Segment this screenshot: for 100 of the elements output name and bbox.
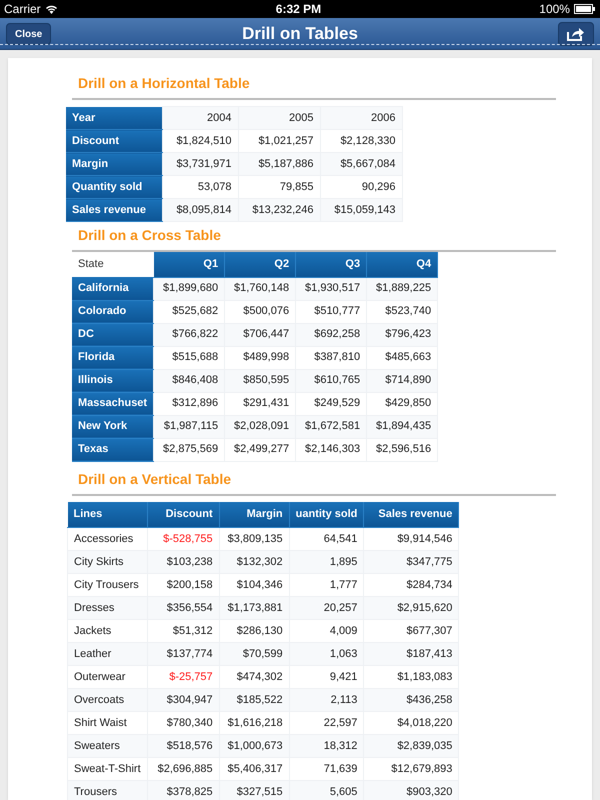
table-cell: 53,078 bbox=[162, 176, 238, 198]
table-cell: 5,605 bbox=[289, 780, 364, 800]
battery-icon bbox=[574, 4, 596, 14]
table-cell: $692,258 bbox=[296, 323, 367, 346]
table-cell: 1,777 bbox=[289, 574, 364, 596]
table-cell: City Trousers bbox=[68, 574, 148, 596]
table-cell: $846,408 bbox=[154, 369, 225, 392]
table-cell: $1,173,881 bbox=[219, 596, 290, 620]
wifi-icon bbox=[44, 4, 58, 14]
table-cell: $500,076 bbox=[224, 300, 296, 323]
table-cell: $1,987,115 bbox=[154, 415, 225, 438]
table-cell: 9,421 bbox=[289, 666, 364, 688]
table-cell: $850,595 bbox=[224, 369, 296, 392]
section-heading: Drill on a Cross Table bbox=[78, 227, 221, 243]
table-cell: $610,765 bbox=[296, 369, 367, 392]
table-cell: $5,187,886 bbox=[238, 152, 320, 176]
table-cell: $780,340 bbox=[147, 712, 220, 734]
table-cell: $304,947 bbox=[147, 688, 220, 712]
table-cell: $515,688 bbox=[154, 346, 225, 369]
table-cell: $3,731,971 bbox=[162, 152, 238, 176]
table-cell: $1,672,581 bbox=[296, 415, 367, 438]
table-cell: $132,302 bbox=[219, 550, 290, 574]
table-cell: 20,257 bbox=[289, 596, 364, 620]
table-cell: $103,238 bbox=[147, 550, 220, 574]
table-cell: $2,875,569 bbox=[154, 438, 225, 461]
table-cell: $766,822 bbox=[154, 323, 225, 346]
table-cell: $1,183,083 bbox=[364, 666, 459, 688]
column-header: Q2 bbox=[224, 252, 296, 277]
table-cell: Trousers bbox=[68, 780, 148, 800]
row-header: DC bbox=[72, 323, 154, 346]
table-cell: $8,095,814 bbox=[162, 198, 238, 222]
table-cell: $187,413 bbox=[364, 642, 459, 666]
column-header: Q3 bbox=[296, 252, 367, 277]
table-cell: 2005 bbox=[238, 106, 320, 130]
table-cell: $12,679,893 bbox=[364, 758, 459, 780]
table-cell: $1,889,225 bbox=[366, 277, 438, 300]
table-cell: $2,028,091 bbox=[224, 415, 296, 438]
table-cell: $137,774 bbox=[147, 642, 220, 666]
table-cell: $510,777 bbox=[296, 300, 367, 323]
table-cell: Jackets bbox=[68, 620, 148, 642]
table-cell: $2,146,303 bbox=[296, 438, 367, 461]
close-button[interactable]: Close bbox=[6, 23, 52, 45]
share-button[interactable] bbox=[558, 22, 594, 46]
table-cell: $15,059,143 bbox=[320, 198, 402, 222]
table-cell: $312,896 bbox=[154, 392, 225, 415]
row-header: Colorado bbox=[72, 300, 154, 323]
table-cell: 2006 bbox=[320, 106, 402, 130]
table-cell: Sweaters bbox=[68, 734, 148, 758]
table-cell: $1,021,257 bbox=[238, 130, 320, 152]
table-cell: $51,312 bbox=[147, 620, 220, 642]
window-title: Drill on Tables bbox=[242, 22, 358, 45]
column-header: Discount bbox=[147, 502, 220, 528]
table-cell: $1,824,510 bbox=[162, 130, 238, 152]
table-cell: $796,423 bbox=[366, 323, 438, 346]
row-header: Illinois bbox=[72, 369, 154, 392]
table-cell: Outerwear bbox=[68, 666, 148, 688]
row-header: Quantity sold bbox=[66, 176, 162, 198]
table-cell: $2,128,330 bbox=[320, 130, 402, 152]
table-cell: $1,616,218 bbox=[219, 712, 290, 734]
table-cell: $378,825 bbox=[147, 780, 220, 800]
table-cell: $714,890 bbox=[366, 369, 438, 392]
table-cell: $677,307 bbox=[364, 620, 459, 642]
table-cell: $356,554 bbox=[147, 596, 220, 620]
table-cell: $2,839,035 bbox=[364, 734, 459, 758]
table-cell: $1,760,148 bbox=[224, 277, 296, 300]
table-cell: $286,130 bbox=[219, 620, 290, 642]
table-cell: $1,930,517 bbox=[296, 277, 367, 300]
table-cell: $489,998 bbox=[224, 346, 296, 369]
table-cell: $2,596,516 bbox=[366, 438, 438, 461]
table-cell: $9,914,546 bbox=[364, 528, 459, 550]
table-cell: Overcoats bbox=[68, 688, 148, 712]
table-cell: $474,302 bbox=[219, 666, 290, 688]
table-cell: 71,639 bbox=[289, 758, 364, 780]
table-cell: $4,018,220 bbox=[364, 712, 459, 734]
table-cell: $2,696,885 bbox=[147, 758, 220, 780]
table-cell: 18,312 bbox=[289, 734, 364, 758]
row-header: Florida bbox=[72, 346, 154, 369]
row-header: Discount bbox=[66, 130, 162, 152]
table-cell: $2,915,620 bbox=[364, 596, 459, 620]
row-header: California bbox=[72, 277, 154, 300]
table-cell: 4,009 bbox=[289, 620, 364, 642]
table-cell: $387,810 bbox=[296, 346, 367, 369]
column-header: Margin bbox=[219, 502, 290, 528]
table-cell: $249,529 bbox=[296, 392, 367, 415]
table-cell: $104,346 bbox=[219, 574, 290, 596]
column-header: Sales revenue bbox=[364, 502, 459, 528]
row-header: Massachuset bbox=[72, 392, 154, 415]
section-heading: Drill on a Horizontal Table bbox=[78, 75, 250, 91]
table-cell: $-25,757 bbox=[147, 666, 220, 688]
carrier-label: Carrier bbox=[4, 1, 41, 18]
table-cell: Shirt Waist bbox=[68, 712, 148, 734]
table-cell: $436,258 bbox=[364, 688, 459, 712]
table-cell: $185,522 bbox=[219, 688, 290, 712]
table-cell: $525,682 bbox=[154, 300, 225, 323]
table-cell: 22,597 bbox=[289, 712, 364, 734]
row-header: Year bbox=[66, 106, 162, 130]
row-header: Margin bbox=[66, 152, 162, 176]
share-icon bbox=[567, 27, 585, 41]
table-cell: $3,809,135 bbox=[219, 528, 290, 550]
column-header: Lines bbox=[68, 502, 148, 528]
